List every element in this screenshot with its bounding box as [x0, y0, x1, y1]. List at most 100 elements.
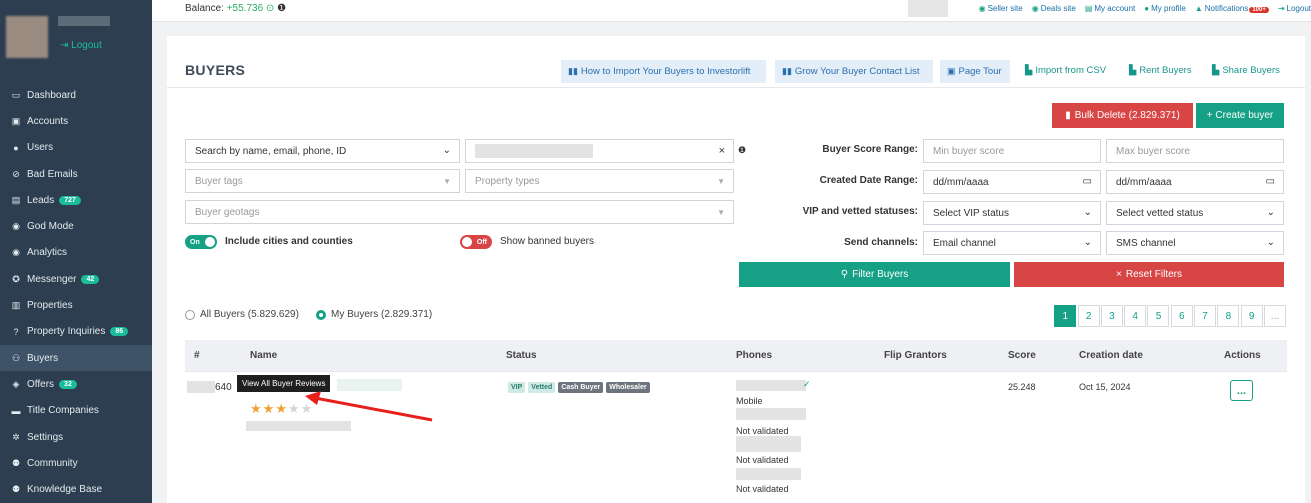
phone-type: Not validated	[736, 484, 789, 494]
sidebar-item-offers[interactable]: ◈ Offers 32	[0, 371, 152, 397]
file-icon: ▙	[1025, 65, 1033, 76]
chevron-down-icon: ▼	[717, 208, 725, 217]
sidebar-item-community[interactable]: ⚉ Community	[0, 450, 152, 476]
share-buyers-link[interactable]: ▙ Share Buyers	[1212, 65, 1280, 76]
vip-status-select[interactable]: Select VIP status ⌄	[923, 201, 1101, 225]
page-5[interactable]: 5	[1147, 305, 1170, 327]
reset-filters-button[interactable]: × Reset Filters	[1014, 262, 1284, 287]
page-9[interactable]: 9	[1240, 305, 1263, 327]
property-types-select[interactable]: Property types ▼	[465, 169, 734, 193]
page-4[interactable]: 4	[1124, 305, 1147, 327]
radio-dot	[185, 309, 195, 320]
sidebar-item-analytics[interactable]: ◉ Analytics	[0, 240, 152, 266]
date-from-input[interactable]: dd/mm/aaaa ▭	[923, 170, 1101, 194]
sidebar-item-knowledge-base[interactable]: ⚉ Knowledge Base	[0, 476, 152, 502]
col-name[interactable]: Name	[250, 350, 277, 361]
sidebar-logout-link[interactable]: ⇥ Logout	[60, 40, 102, 51]
page-tour-button[interactable]: ▣ Page Tour	[940, 60, 1010, 83]
sidebar-item-label: Community	[27, 457, 78, 469]
sidebar-item-properties[interactable]: ▥ Properties	[0, 292, 152, 318]
import-csv-link[interactable]: ▙ Import from CSV	[1025, 65, 1106, 76]
star-icon: ★	[262, 401, 276, 416]
page-8[interactable]: 8	[1217, 305, 1240, 327]
search-by-select[interactable]: Search by name, email, phone, ID ⌄	[185, 139, 460, 163]
search-input[interactable]: ×	[465, 139, 734, 163]
sidebar-item-bad-emails[interactable]: ⊘ Bad Emails	[0, 161, 152, 187]
sidebar-logout-label: Logout	[71, 40, 102, 51]
my-buyers-radio[interactable]: My Buyers (2.829.371)	[316, 309, 432, 320]
sidebar-item-buyers[interactable]: ⚇ Buyers	[0, 344, 152, 372]
sidebar-item-leads[interactable]: ▤ Leads 727	[0, 187, 152, 213]
page-1[interactable]: 1	[1054, 305, 1077, 327]
buyer-geotags-select[interactable]: Buyer geotags ▼	[185, 200, 734, 224]
sms-channel-select[interactable]: SMS channel ⌄	[1106, 231, 1284, 255]
refresh-icon[interactable]: ⊙	[266, 3, 274, 14]
include-cities-toggle[interactable]: On	[185, 235, 217, 249]
wholesaler-badge: Wholesaler	[606, 382, 650, 393]
sidebar-item-god-mode[interactable]: ◉ God Mode	[0, 213, 152, 239]
sidebar-item-users[interactable]: ● Users	[0, 135, 152, 161]
balance: Balance: +55.736 ⊙ ❶	[185, 3, 286, 14]
sidebar-item-label: Offers	[27, 378, 55, 390]
vetted-status-select[interactable]: Select vetted status ⌄	[1106, 201, 1284, 225]
page-3[interactable]: 3	[1100, 305, 1123, 327]
rent-buyers-link[interactable]: ▙ Rent Buyers	[1129, 65, 1192, 76]
briefcase-icon: ▣	[11, 115, 21, 126]
sidebar-item-accounts[interactable]: ▣ Accounts	[0, 108, 152, 134]
col-score[interactable]: Score	[1008, 350, 1036, 361]
filter-buyers-button[interactable]: ⚲ Filter Buyers	[739, 262, 1010, 287]
top-logout-link[interactable]: ⇥ Logout	[1278, 4, 1311, 13]
page-2[interactable]: 2	[1077, 305, 1100, 327]
col-id: #	[194, 350, 200, 361]
clear-icon[interactable]: ×	[719, 145, 725, 157]
users-icon: ⚇	[11, 352, 21, 363]
min-score-input[interactable]: Min buyer score	[923, 139, 1101, 163]
col-phones: Phones	[736, 350, 773, 361]
status-tags: VIP Vetted Cash Buyer Wholesaler	[508, 380, 653, 393]
seller-site-link[interactable]: ◉ Seller site	[979, 4, 1023, 13]
bell-icon: ▲	[1194, 4, 1203, 13]
grow-list-button[interactable]: ▮▮ Grow Your Buyer Contact List	[775, 60, 933, 83]
email-channel-select[interactable]: Email channel ⌄	[923, 231, 1101, 255]
max-score-input[interactable]: Max buyer score	[1106, 139, 1284, 163]
sms-channel-value: SMS channel	[1116, 237, 1176, 249]
actions-menu-button[interactable]: ...	[1230, 380, 1253, 401]
page-7[interactable]: 7	[1194, 305, 1217, 327]
sidebar-item-label: Knowledge Base	[27, 484, 103, 496]
all-buyers-radio[interactable]: All Buyers (5.829.629)	[185, 309, 299, 320]
my-buyers-label: My Buyers (2.829.371)	[331, 309, 433, 320]
notifications-link[interactable]: ▲ Notifications 100+	[1195, 4, 1269, 13]
radio-dot	[316, 309, 326, 320]
vetted-badge: Vetted	[528, 382, 556, 393]
vetted-status-value: Select vetted status	[1116, 207, 1204, 219]
logout-label: Logout	[1286, 4, 1311, 13]
blurred-phone	[736, 380, 806, 391]
calendar-icon[interactable]: ▭	[1083, 176, 1092, 187]
create-buyer-button[interactable]: + Create buyer	[1196, 103, 1284, 128]
building-icon: ▥	[11, 300, 21, 311]
how-to-import-button[interactable]: ▮▮ How to Import Your Buyers to Investorl…	[561, 60, 766, 83]
sidebar-item-property-inquiries[interactable]: ? Property Inquiries 86	[0, 319, 152, 345]
show-banned-toggle[interactable]: Off	[460, 235, 492, 249]
my-account-link[interactable]: ▤ My account	[1085, 4, 1135, 13]
info-icon[interactable]: ❶	[277, 3, 286, 14]
globe-icon: ◉	[1031, 4, 1039, 13]
buyer-tags-select[interactable]: Buyer tags ▼	[185, 169, 460, 193]
how-to-import-label: How to Import Your Buyers to Investorlif…	[580, 66, 751, 77]
page-6[interactable]: 6	[1170, 305, 1193, 327]
col-creation-date[interactable]: Creation date	[1079, 350, 1143, 361]
bulk-delete-button[interactable]: ▮ Bulk Delete (2.829.371)	[1052, 103, 1193, 128]
sidebar-item-messenger[interactable]: ✪ Messenger 42	[0, 266, 152, 292]
user-icon: ●	[1144, 4, 1150, 13]
deals-site-link[interactable]: ◉ Deals site	[1032, 4, 1076, 13]
user-name-blurred	[58, 16, 110, 26]
my-profile-link[interactable]: ● My profile	[1144, 4, 1186, 13]
sidebar-item-title-companies[interactable]: ▬ Title Companies	[0, 398, 152, 424]
sidebar-item-settings[interactable]: ✲ Settings	[0, 424, 152, 450]
info-icon: ❶	[738, 145, 747, 155]
calendar-icon[interactable]: ▭	[1266, 176, 1275, 187]
page-ellipsis[interactable]: ...	[1263, 305, 1286, 327]
sidebar-item-dashboard[interactable]: ▭ Dashboard	[0, 82, 152, 108]
date-to-input[interactable]: dd/mm/aaaa ▭	[1106, 170, 1284, 194]
chevron-down-icon: ⌄	[1266, 237, 1275, 248]
